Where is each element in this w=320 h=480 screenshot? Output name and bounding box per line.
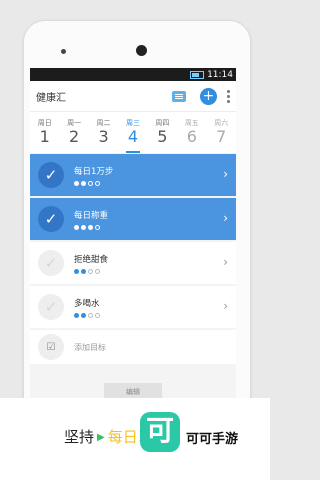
goal-name: 多喝水 xyxy=(74,298,100,309)
promo-band: 坚持 ▶ 每日习惯 可 可可手游 xyxy=(0,398,270,480)
day-tab[interactable]: 周五 6 xyxy=(177,112,206,153)
day-tab[interactable]: 周日 1 xyxy=(30,112,59,153)
goal-item[interactable]: ✓ 每日称重 › xyxy=(30,198,236,240)
day-tab[interactable]: 周六 7 xyxy=(207,112,236,153)
progress-dot xyxy=(74,180,79,186)
day-number: 4 xyxy=(127,127,139,146)
progress-dot xyxy=(95,268,100,274)
day-number: 2 xyxy=(69,127,80,146)
goal-name: 拒绝甜食 xyxy=(74,254,109,265)
goal-name: 每日称重 xyxy=(74,210,109,221)
progress-dot xyxy=(95,312,100,318)
day-tab[interactable]: 周二 3 xyxy=(89,112,118,153)
progress-dot xyxy=(95,224,100,230)
day-tab[interactable]: 周一 2 xyxy=(59,112,88,153)
progress-dot xyxy=(81,180,86,186)
status-bar: 11:14 xyxy=(30,68,236,81)
day-number: 6 xyxy=(186,127,197,146)
goal-check-button[interactable]: ✓ xyxy=(38,206,64,232)
check-icon: ✓ xyxy=(44,254,58,272)
day-number: 5 xyxy=(157,127,168,146)
add-button[interactable]: + xyxy=(200,87,217,105)
app-screen: 11:14 健康汇 + 周日 1 周一 2 周二 3 周三 4 周四 5 周五 6 周六 7 ✓ 每日1万… xyxy=(30,68,236,400)
day-tab[interactable]: 周四 5 xyxy=(148,112,177,153)
goal-progress xyxy=(74,268,108,274)
goal-list: ✓ 每日1万步 › ✓ 每日称重 › ✓ 拒绝甜食 › ✓ 多喝水 › xyxy=(30,153,236,328)
progress-dot xyxy=(74,312,79,318)
progress-dot xyxy=(74,224,79,230)
proximity-sensor xyxy=(61,49,66,54)
progress-dot xyxy=(88,224,93,230)
play-arrow-icon: ▶ xyxy=(97,432,105,443)
day-number: 7 xyxy=(216,127,227,146)
check-icon: ✓ xyxy=(44,210,58,228)
status-time: 11:14 xyxy=(207,69,233,80)
progress-dot xyxy=(88,180,93,186)
check-icon: ✓ xyxy=(44,166,58,184)
progress-dot xyxy=(81,268,86,274)
progress-dot xyxy=(88,312,93,318)
progress-dot xyxy=(88,268,93,274)
progress-dot xyxy=(81,312,86,318)
chevron-right-icon: › xyxy=(223,211,228,225)
goal-progress xyxy=(74,312,100,318)
add-goal-label: 添加目标 xyxy=(74,342,106,352)
goal-item[interactable]: ✓ 拒绝甜食 › xyxy=(30,242,236,284)
day-number: 1 xyxy=(39,127,50,146)
goal-check-button[interactable]: ✓ xyxy=(38,162,64,188)
goal-check-button[interactable]: ✓ xyxy=(38,294,64,320)
progress-dot xyxy=(81,224,86,230)
goal-check-button[interactable]: ✓ xyxy=(38,250,64,276)
day-number: 3 xyxy=(98,127,109,146)
more-menu-icon[interactable] xyxy=(227,89,230,103)
front-camera xyxy=(136,45,147,56)
slogan-prefix: 坚持 xyxy=(64,428,95,446)
app-title: 健康汇 xyxy=(36,92,66,104)
goal-name: 每日1万步 xyxy=(74,166,114,177)
chevron-right-icon: › xyxy=(223,299,228,313)
brand-name: 可可手游 xyxy=(186,432,239,447)
progress-dot xyxy=(74,268,79,274)
goal-progress xyxy=(74,224,108,230)
check-icon: ✓ xyxy=(44,298,58,316)
goal-item[interactable]: ✓ 多喝水 › xyxy=(30,286,236,328)
brand-logo: 可 xyxy=(140,412,180,452)
app-bar: 健康汇 + xyxy=(30,81,236,112)
week-day-selector: 周日 1 周一 2 周二 3 周三 4 周四 5 周五 6 周六 7 xyxy=(30,112,236,153)
day-tab[interactable]: 周三 4 xyxy=(118,112,147,153)
add-goal-icon: ☑ xyxy=(38,334,64,360)
progress-dot xyxy=(95,180,100,186)
message-icon[interactable] xyxy=(172,90,186,102)
add-goal-row[interactable]: ☑ 添加目标 xyxy=(30,330,236,364)
battery-icon xyxy=(190,70,205,79)
goal-progress xyxy=(74,180,113,186)
chevron-right-icon: › xyxy=(223,167,228,181)
goal-item[interactable]: ✓ 每日1万步 › xyxy=(30,154,236,196)
chevron-right-icon: › xyxy=(223,255,228,269)
